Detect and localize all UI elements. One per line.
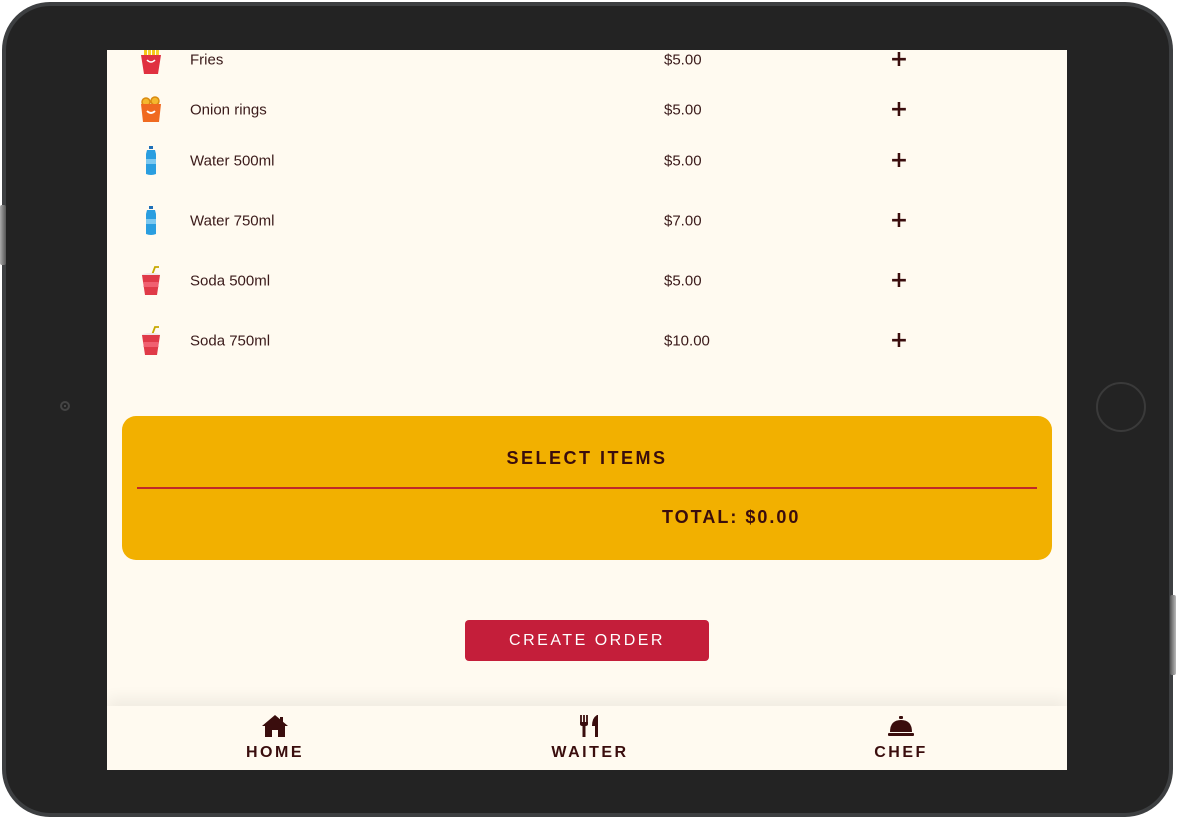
add-item-button[interactable]: + (887, 329, 911, 353)
home-icon (262, 715, 288, 737)
add-item-button[interactable]: + (887, 98, 911, 122)
nav-label-waiter: WAITER (551, 744, 629, 761)
menu-item-price: $5.00 (664, 51, 702, 69)
nav-item-home[interactable]: HOME (215, 706, 335, 770)
order-total: TOTAL: $0.00 (662, 507, 801, 527)
menu-item-price: $5.00 (664, 101, 702, 119)
device-home-button[interactable] (1096, 382, 1146, 432)
nav-label-chef: CHEF (874, 744, 928, 761)
menu-item-row: Fries $5.00 + (107, 50, 1067, 80)
soda-cup-icon (142, 266, 160, 295)
add-item-button[interactable]: + (887, 149, 911, 173)
utensils-icon (580, 715, 598, 737)
menu-item-name: Soda 750ml (190, 332, 271, 350)
menu-item-price: $7.00 (664, 212, 702, 230)
add-item-button[interactable]: + (887, 269, 911, 293)
summary-title: SELECT ITEMS (506, 448, 668, 468)
create-order-button[interactable]: CREATE ORDER (465, 620, 709, 661)
water-bottle-icon (146, 206, 156, 235)
power-button (1170, 595, 1176, 675)
menu-item-name: Soda 500ml (190, 272, 271, 290)
menu-item-price: $5.00 (664, 272, 702, 290)
menu-item-name: Onion rings (190, 101, 267, 119)
summary-divider (137, 487, 1037, 489)
water-bottle-icon (146, 146, 156, 175)
menu-item-row: Soda 750ml $10.00 + (107, 321, 1067, 361)
bottom-nav: HOME WAITER CHEF (107, 706, 1067, 770)
service-bell-icon (888, 716, 914, 736)
front-camera (60, 401, 70, 411)
menu-item-name: Water 750ml (190, 212, 275, 230)
menu-item-row: Water 500ml $5.00 + (107, 141, 1067, 181)
menu-item-row: Soda 500ml $5.00 + (107, 261, 1067, 301)
menu-item-name: Fries (190, 51, 224, 69)
menu-item-name: Water 500ml (190, 152, 275, 170)
menu-item-price: $5.00 (664, 152, 702, 170)
order-summary-card: SELECT ITEMS TOTAL: $0.00 (122, 416, 1052, 560)
menu-item-row: Water 750ml $7.00 + (107, 201, 1067, 241)
add-item-button[interactable]: + (887, 50, 911, 72)
add-item-button[interactable]: + (887, 209, 911, 233)
volume-button (0, 205, 6, 265)
app-screen: Fries $5.00 + Onion rings $5.00 + Water … (107, 50, 1067, 770)
nav-label-home: HOME (246, 744, 304, 761)
tablet-device: Fries $5.00 + Onion rings $5.00 + Water … (0, 0, 1179, 823)
nav-item-waiter[interactable]: WAITER (530, 706, 650, 770)
fries-icon (141, 50, 161, 74)
menu-item-price: $10.00 (664, 332, 710, 350)
menu-item-row: Onion rings $5.00 + (107, 90, 1067, 130)
onion-rings-icon (141, 96, 161, 122)
nav-item-chef[interactable]: CHEF (841, 706, 961, 770)
soda-cup-icon (142, 326, 160, 355)
